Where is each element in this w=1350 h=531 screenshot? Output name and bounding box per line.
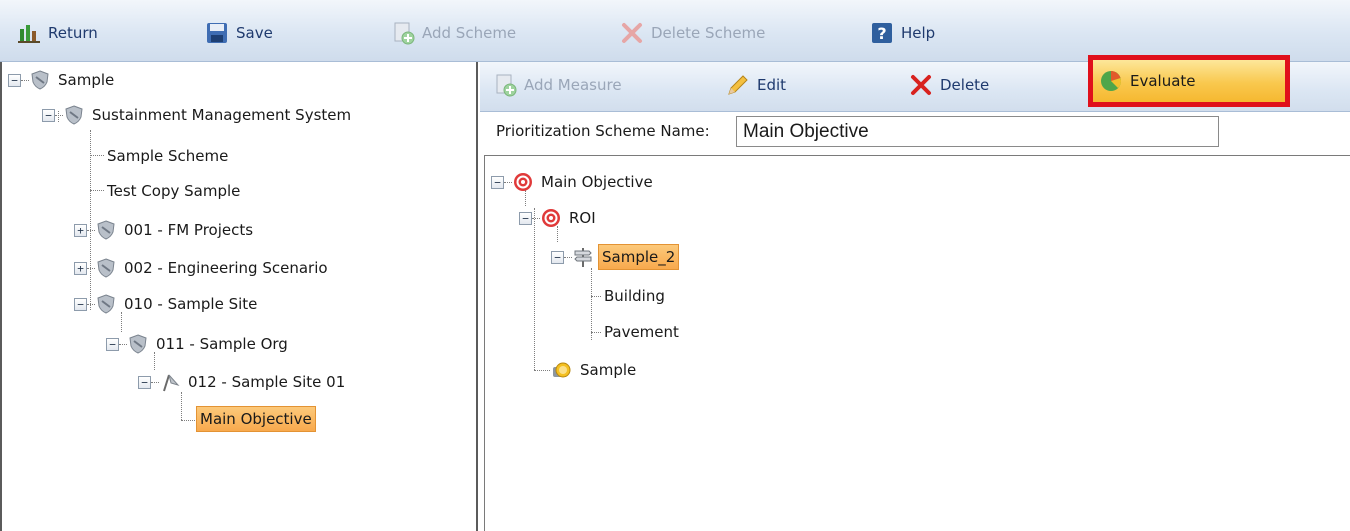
shield-icon [97, 258, 115, 278]
save-icon [207, 23, 227, 43]
shield-icon [97, 220, 115, 240]
tree-node-sample-site-01[interactable]: − 012 - Sample Site 01 [138, 368, 348, 396]
collapse-icon[interactable]: − [551, 250, 564, 264]
tree-node-test-copy[interactable]: Test Copy Sample [104, 177, 243, 205]
shield-icon [97, 294, 115, 314]
evaluate-button[interactable]: Evaluate [1093, 60, 1285, 102]
tree-node-sample-site[interactable]: − 010 - Sample Site [74, 290, 260, 318]
tree-node-roi[interactable]: − ROI [519, 204, 599, 232]
return-label: Return [48, 24, 98, 42]
add-measure-label: Add Measure [524, 76, 622, 94]
tree-node-main-objective[interactable]: Main Objective [196, 405, 316, 433]
save-label: Save [236, 24, 273, 42]
tree-node-sample-org[interactable]: − 011 - Sample Org [106, 330, 291, 358]
delete-scheme-label: Delete Scheme [651, 24, 766, 42]
help-label: Help [901, 24, 936, 42]
objective-tree-pane: − Main Objective − ROI − Sample_2 Buildi… [484, 155, 1350, 531]
delete-x-icon [622, 23, 642, 43]
shield-icon [129, 334, 147, 354]
flag-icon [163, 374, 180, 392]
tree-node-sample[interactable]: Sample [551, 356, 639, 384]
collapse-icon[interactable]: − [519, 211, 532, 225]
signpost-icon [574, 248, 592, 267]
tree-node-sample-2[interactable]: − Sample_2 [551, 243, 680, 271]
pencil-icon [728, 75, 748, 95]
tree-node-sample-scheme[interactable]: Sample Scheme [104, 142, 231, 170]
delete-button[interactable]: Delete [909, 72, 989, 98]
delete-label: Delete [940, 76, 990, 94]
evaluate-label: Evaluate [1130, 72, 1196, 90]
add-measure-button[interactable]: Add Measure [493, 72, 622, 98]
coin-icon [553, 362, 571, 378]
target-icon [514, 173, 532, 191]
add-scheme-button[interactable]: Add Scheme [391, 20, 516, 46]
collapse-icon[interactable]: − [106, 337, 119, 351]
scheme-name-row: Prioritization Scheme Name: [480, 113, 1350, 153]
expand-icon[interactable]: + [74, 261, 87, 275]
main-toolbar: Return Save Add Scheme Delete Scheme ? H… [0, 0, 1350, 62]
tree-node-main-objective-root[interactable]: − Main Objective [491, 168, 656, 196]
pie-chart-icon [1101, 71, 1121, 91]
add-document-icon [496, 74, 517, 97]
tree-node-pavement[interactable]: Pavement [601, 318, 682, 346]
scheme-name-field[interactable] [736, 116, 1219, 147]
save-button[interactable]: Save [205, 20, 273, 46]
target-icon [542, 209, 560, 227]
collapse-icon[interactable]: − [42, 108, 55, 122]
scheme-name-label: Prioritization Scheme Name: [496, 122, 710, 140]
help-button[interactable]: ? Help [870, 20, 935, 46]
tree-node-building[interactable]: Building [601, 282, 668, 310]
collapse-icon[interactable]: − [74, 297, 87, 311]
edit-label: Edit [757, 76, 787, 94]
tree-node-eng-scenario[interactable]: + 002 - Engineering Scenario [74, 254, 331, 282]
expand-icon[interactable]: + [74, 223, 87, 237]
shield-icon [65, 105, 83, 125]
collapse-icon[interactable]: − [138, 375, 151, 389]
edit-button[interactable]: Edit [726, 72, 786, 98]
tree-node-sms[interactable]: − Sustainment Management System [42, 101, 354, 129]
help-icon: ? [872, 23, 892, 43]
collapse-icon[interactable]: − [491, 175, 504, 189]
add-scheme-label: Add Scheme [422, 24, 517, 42]
collapse-icon[interactable]: − [8, 73, 21, 87]
add-document-icon [394, 22, 415, 45]
tree-node-sample-root[interactable]: − Sample [8, 66, 117, 94]
delete-scheme-button[interactable]: Delete Scheme [620, 20, 765, 46]
return-icon [18, 25, 40, 43]
shield-icon [31, 70, 49, 90]
tree-node-fm-projects[interactable]: + 001 - FM Projects [74, 216, 256, 244]
return-button[interactable]: Return [17, 20, 98, 46]
scheme-tree-pane: − Sample − Sustainment Management System… [0, 62, 478, 531]
svg-text:?: ? [877, 24, 886, 43]
delete-x-icon [911, 75, 931, 95]
